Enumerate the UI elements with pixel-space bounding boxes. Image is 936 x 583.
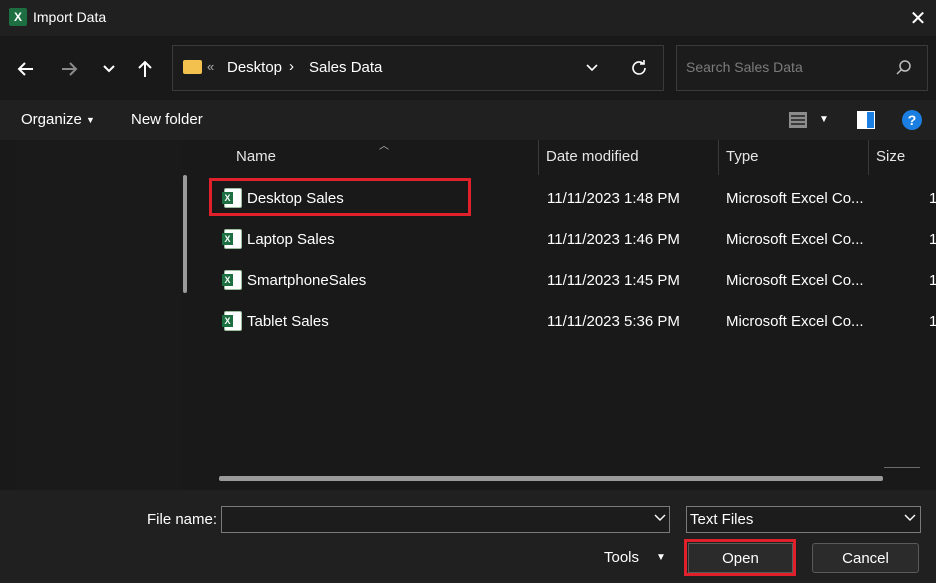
column-divider[interactable] bbox=[538, 140, 539, 175]
open-highlight-box bbox=[684, 539, 796, 576]
excel-file-icon bbox=[222, 311, 242, 331]
file-size: 1 bbox=[929, 272, 936, 289]
arrow-right-icon bbox=[62, 62, 78, 76]
column-divider[interactable] bbox=[718, 140, 719, 175]
help-icon[interactable]: ? bbox=[902, 110, 922, 130]
file-size: 1 bbox=[929, 231, 936, 248]
search-input[interactable] bbox=[686, 59, 886, 75]
new-folder-button[interactable]: New folder bbox=[131, 111, 203, 128]
chevron-down-icon bbox=[103, 65, 115, 73]
sort-ascending-icon: ︿ bbox=[379, 141, 389, 152]
excel-app-icon: X bbox=[9, 8, 27, 26]
file-type: Microsoft Excel Co... bbox=[726, 272, 864, 289]
file-size: 1 bbox=[929, 190, 936, 207]
folder-icon bbox=[183, 60, 202, 74]
selection-highlight-box bbox=[209, 178, 471, 216]
window-title: Import Data bbox=[33, 9, 107, 25]
file-row-tablet-sales[interactable]: Tablet Sales 11/11/2023 5:36 PM Microsof… bbox=[210, 303, 936, 339]
caret-down-icon[interactable]: ▼ bbox=[656, 552, 666, 563]
column-header-name[interactable]: Name bbox=[236, 148, 276, 165]
file-name: Tablet Sales bbox=[247, 313, 329, 330]
file-name: SmartphoneSales bbox=[247, 272, 367, 289]
file-name-field[interactable] bbox=[221, 506, 670, 533]
view-options-icon[interactable] bbox=[788, 110, 808, 130]
breadcrumb-desktop[interactable]: Desktop bbox=[227, 59, 282, 76]
file-size: 1 bbox=[929, 313, 936, 330]
recent-locations-button[interactable] bbox=[94, 54, 124, 84]
preview-pane-icon[interactable] bbox=[856, 110, 876, 130]
file-date: 11/11/2023 1:46 PM bbox=[547, 231, 680, 248]
close-button[interactable]: ✕ bbox=[900, 0, 936, 36]
search-icon[interactable] bbox=[895, 59, 913, 77]
breadcrumb-overflow[interactable]: « bbox=[207, 59, 214, 74]
file-type-value: Text Files bbox=[690, 511, 754, 528]
cancel-button[interactable]: Cancel bbox=[812, 543, 919, 573]
navigation-pane-scrollbar[interactable] bbox=[183, 175, 187, 293]
file-type: Microsoft Excel Co... bbox=[726, 313, 864, 330]
chevron-down-icon[interactable] bbox=[903, 510, 917, 526]
address-dropdown-button[interactable] bbox=[580, 55, 604, 81]
file-type: Microsoft Excel Co... bbox=[726, 231, 864, 248]
file-row-smartphonesales[interactable]: SmartphoneSales 11/11/2023 1:45 PM Micro… bbox=[210, 262, 936, 298]
column-divider[interactable] bbox=[868, 140, 869, 175]
file-date: 11/11/2023 5:36 PM bbox=[547, 313, 680, 330]
column-header-type[interactable]: Type bbox=[726, 148, 759, 165]
title-bar bbox=[0, 0, 936, 36]
navigation-pane-list[interactable] bbox=[16, 140, 182, 490]
arrow-up-icon bbox=[138, 60, 152, 77]
tools-button[interactable]: Tools bbox=[604, 549, 639, 566]
file-date: 11/11/2023 1:48 PM bbox=[547, 190, 680, 207]
column-header-date-modified[interactable]: Date modified bbox=[546, 148, 639, 165]
excel-file-icon bbox=[222, 270, 242, 290]
breadcrumb-sales-data[interactable]: Sales Data bbox=[309, 59, 382, 76]
organize-button[interactable]: Organize bbox=[21, 111, 82, 128]
chevron-down-icon[interactable] bbox=[653, 510, 667, 526]
refresh-icon bbox=[632, 60, 646, 75]
file-name: Laptop Sales bbox=[247, 231, 335, 248]
breadcrumb-separator-icon[interactable]: › bbox=[289, 58, 294, 75]
horizontal-scrollbar[interactable] bbox=[219, 476, 883, 481]
excel-file-icon bbox=[222, 229, 242, 249]
file-name-label: File name: bbox=[147, 511, 218, 528]
back-button[interactable] bbox=[11, 54, 41, 84]
file-type: Microsoft Excel Co... bbox=[726, 190, 864, 207]
up-button[interactable] bbox=[130, 54, 160, 84]
arrow-left-icon bbox=[17, 62, 33, 76]
file-row-laptop-sales[interactable]: Laptop Sales 11/11/2023 1:46 PM Microsof… bbox=[210, 221, 936, 257]
forward-button[interactable] bbox=[54, 54, 84, 84]
divider bbox=[884, 467, 920, 468]
caret-down-icon[interactable]: ▼ bbox=[819, 114, 829, 125]
column-header-size[interactable]: Size bbox=[876, 148, 905, 165]
chevron-down-icon bbox=[586, 64, 598, 72]
file-date: 11/11/2023 1:45 PM bbox=[547, 272, 680, 289]
caret-down-icon[interactable]: ▼ bbox=[86, 115, 95, 125]
refresh-button[interactable] bbox=[626, 55, 652, 81]
